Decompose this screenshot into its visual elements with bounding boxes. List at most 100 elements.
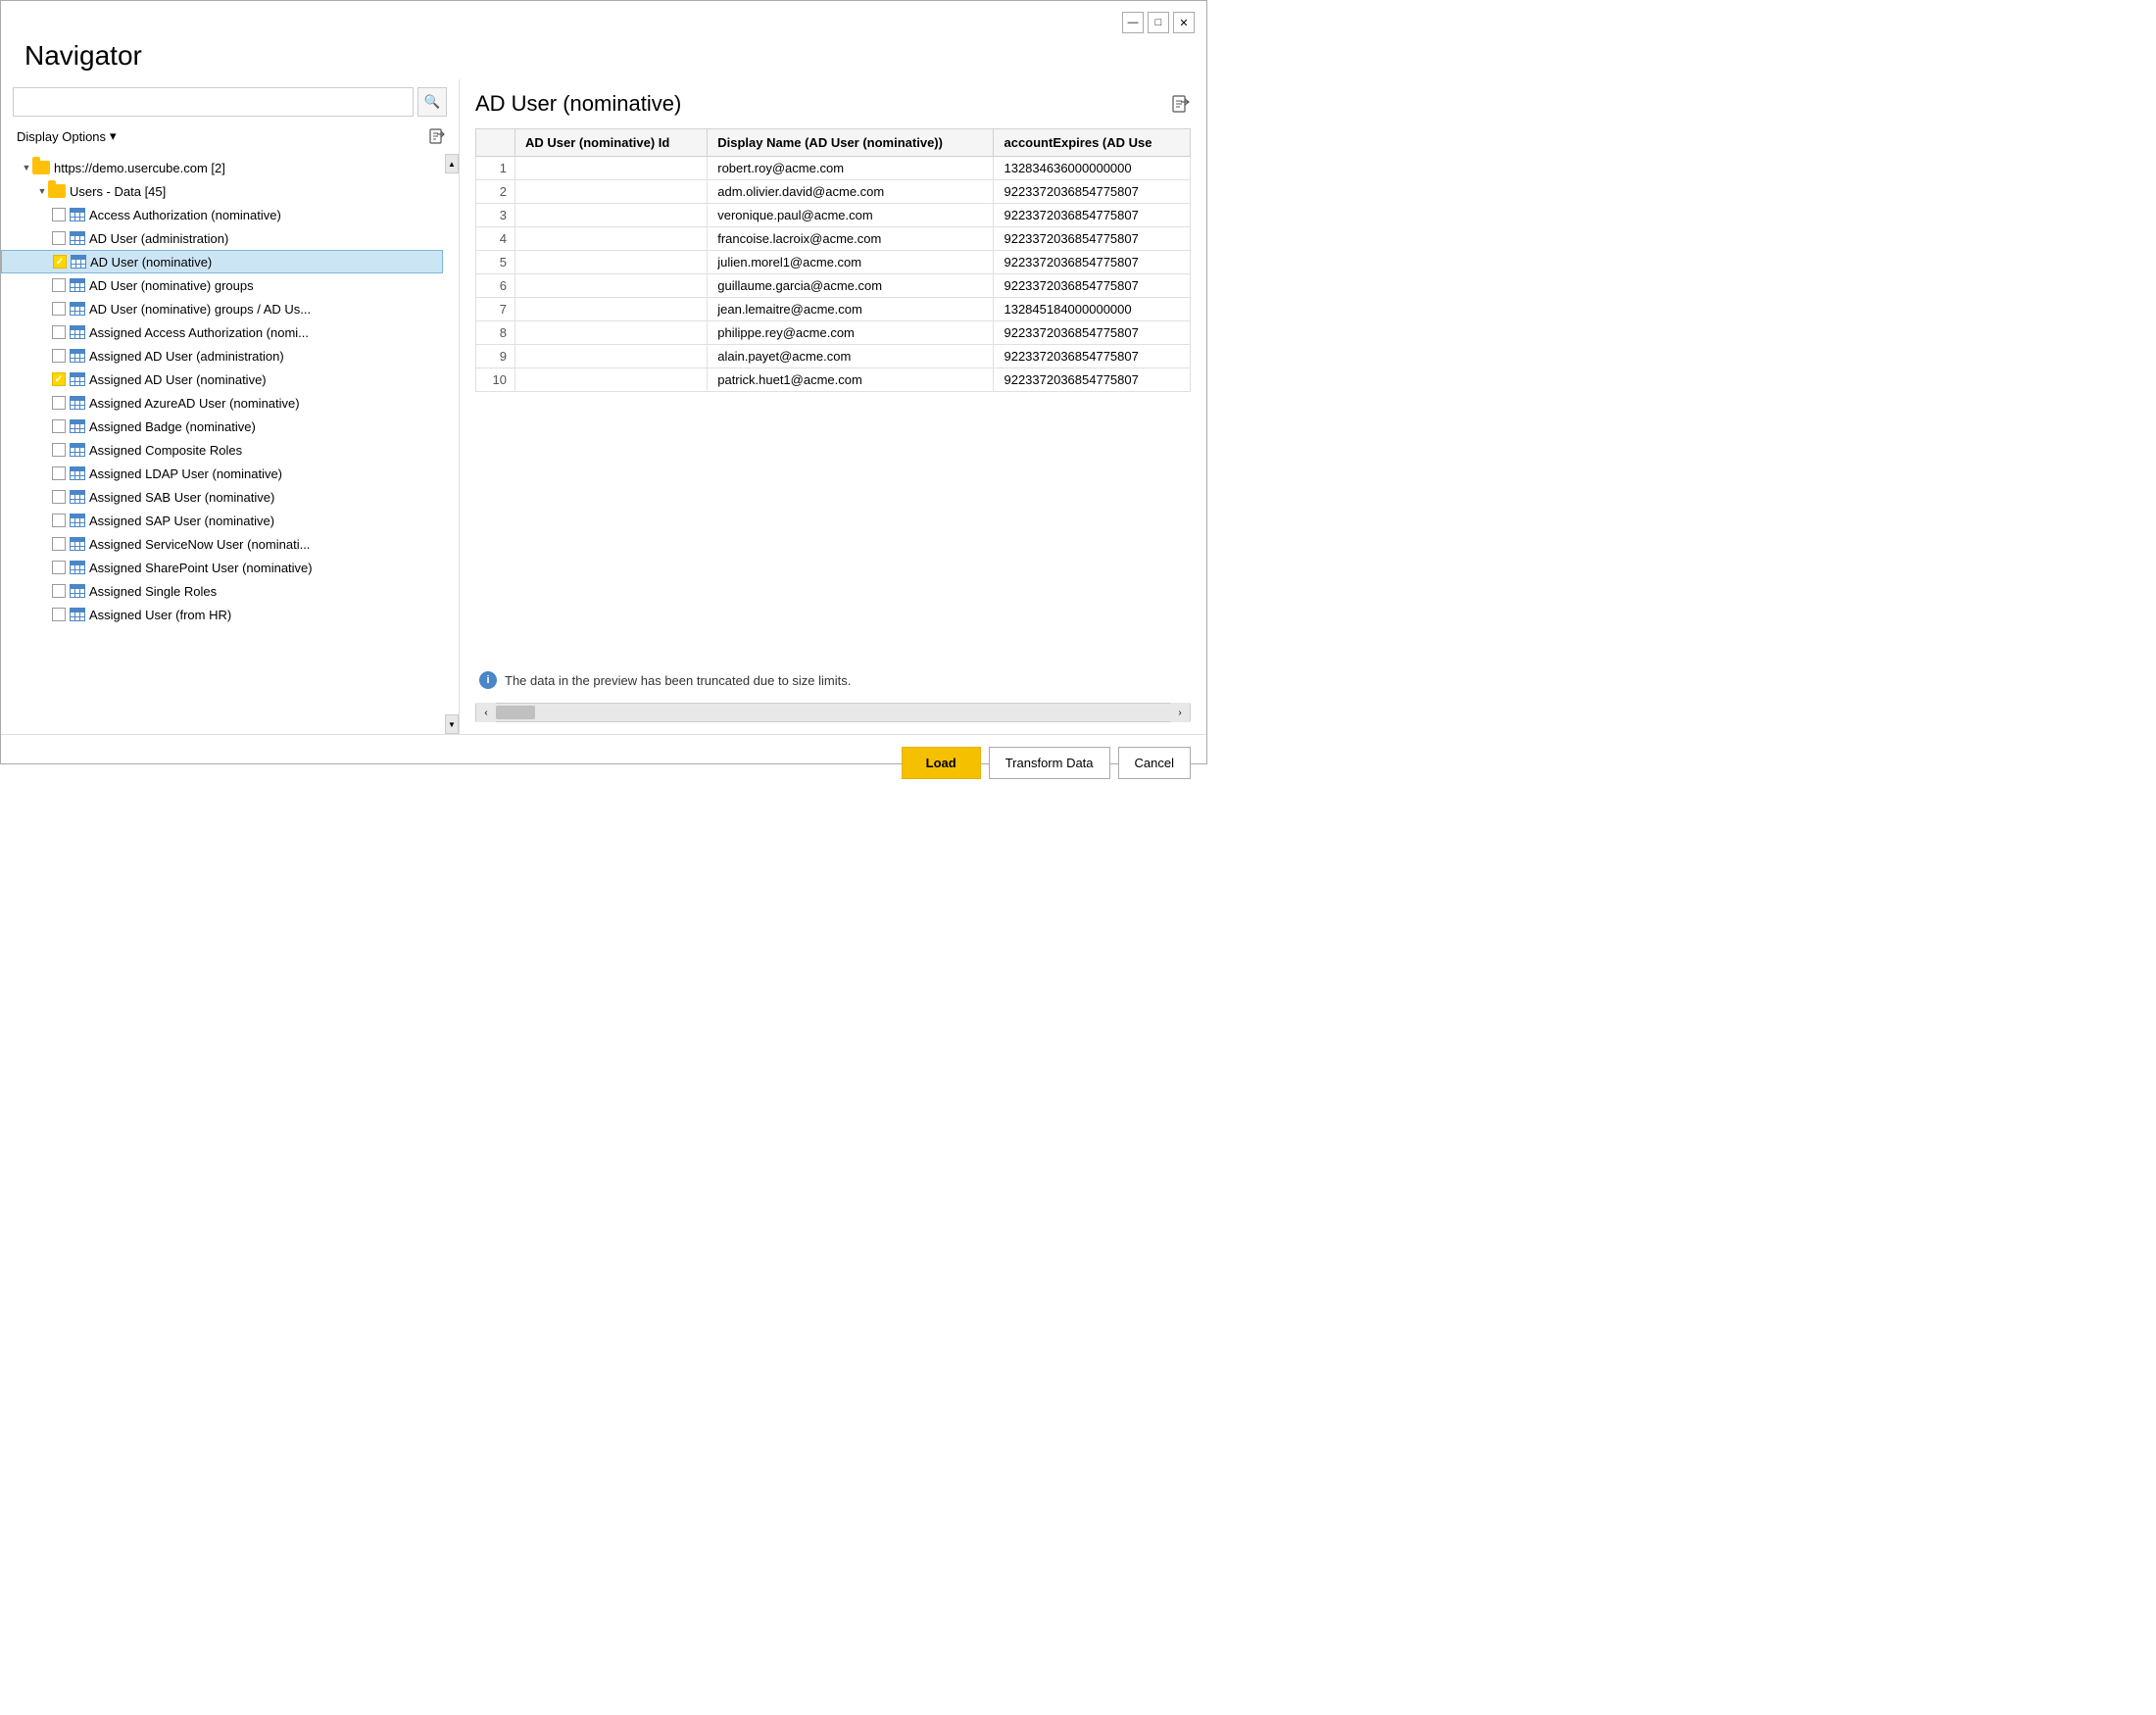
transform-data-button[interactable]: Transform Data [989,747,1110,779]
tree-checkbox[interactable] [52,419,66,433]
panel-title: AD User (nominative) [475,91,681,117]
tree-checkbox[interactable] [52,325,66,339]
tree-children: Access Authorization (nominative) AD User… [1,203,443,626]
list-item[interactable]: AD User (nominative) groups / AD Us... [1,297,443,320]
row-number: 4 [476,227,515,251]
scroll-left-button[interactable]: ‹ [476,703,496,722]
tree-checkbox[interactable] [52,443,66,457]
panel-header: AD User (nominative) [475,91,1191,117]
tree-item-label: AD User (nominative) [90,255,212,270]
row-account-expires: 9223372036854775807 [994,227,1191,251]
list-item[interactable]: Assigned Access Authorization (nomi... [1,320,443,344]
list-item[interactable]: Assigned User (from HR) [1,603,443,626]
table-icon [70,584,85,598]
list-item[interactable]: Assigned Composite Roles [1,438,443,462]
load-button[interactable]: Load [902,747,981,779]
list-item[interactable]: Assigned SAP User (nominative) [1,509,443,532]
search-button[interactable]: 🔍 [417,87,447,117]
tree-root: ▼ https://demo.usercube.com [2] ▼ Users … [1,154,443,628]
cancel-button[interactable]: Cancel [1118,747,1191,779]
tree-checkbox[interactable] [52,584,66,598]
tree-item-label: Assigned AD User (nominative) [89,372,267,387]
scroll-right-button[interactable]: › [1170,703,1190,722]
row-display-name: guillaume.garcia@acme.com [708,274,994,298]
tree-checkbox[interactable] [52,231,66,245]
list-item[interactable]: AD User (nominative) groups [1,273,443,297]
table-body: 1robert.roy@acme.com1328346360000000002a… [476,157,1191,392]
table-icon [70,231,85,245]
list-item[interactable]: Assigned AzureAD User (nominative) [1,391,443,415]
row-id [515,227,708,251]
scroll-up-button[interactable]: ▲ [445,154,459,173]
list-item[interactable]: AD User (administration) [1,226,443,250]
tree-checkbox[interactable] [52,608,66,621]
row-display-name: robert.roy@acme.com [708,157,994,180]
table-icon [70,537,85,551]
tree-checkbox[interactable] [52,537,66,551]
table-row: 3veronique.paul@acme.com9223372036854775… [476,204,1191,227]
row-number: 8 [476,321,515,345]
row-number: 6 [476,274,515,298]
tree-item-label: Assigned SharePoint User (nominative) [89,561,313,575]
tree-checkbox[interactable] [52,278,66,292]
table-icon [70,325,85,339]
row-id [515,321,708,345]
list-item[interactable]: Assigned Badge (nominative) [1,415,443,438]
close-button[interactable]: ✕ [1173,12,1195,33]
maximize-button[interactable]: □ [1148,12,1169,33]
list-item[interactable]: AD User (nominative) [1,250,443,273]
folder-icon [32,161,50,174]
tree-checkbox[interactable] [52,466,66,480]
list-item[interactable]: Assigned SharePoint User (nominative) [1,556,443,579]
row-id [515,368,708,392]
table-icon [70,208,85,221]
panel-export-icon[interactable] [1171,94,1191,114]
list-item[interactable]: Access Authorization (nominative) [1,203,443,226]
tree-checkbox[interactable] [52,490,66,504]
horizontal-scrollbar[interactable]: ‹ › [475,703,1191,722]
tree-node-users-data[interactable]: ▼ Users - Data [45] [1,179,443,203]
row-account-expires: 132845184000000000 [994,298,1191,321]
table-icon [70,514,85,527]
tree-toggle-root[interactable]: ▼ [21,162,32,173]
list-item[interactable]: Assigned ServiceNow User (nominati... [1,532,443,556]
row-id [515,345,708,368]
row-number: 9 [476,345,515,368]
table-icon [70,490,85,504]
list-item[interactable]: Assigned Single Roles [1,579,443,603]
scroll-thumb[interactable] [496,706,535,719]
list-item[interactable]: Assigned AD User (nominative) [1,368,443,391]
table-icon [70,466,85,480]
table-row: 2adm.olivier.david@acme.com9223372036854… [476,180,1191,204]
row-number: 7 [476,298,515,321]
tree-checkbox[interactable] [52,396,66,410]
app-title: Navigator [1,36,1206,79]
search-input[interactable] [13,87,414,117]
col-header-account-expires: accountExpires (AD Use [994,129,1191,157]
tree-toggle-users-data[interactable]: ▼ [36,185,48,197]
minimize-button[interactable]: — [1122,12,1144,33]
tree-container[interactable]: ▼ https://demo.usercube.com [2] ▼ Users … [1,154,459,734]
display-options-button[interactable]: Display Options ▾ [13,126,121,146]
list-item[interactable]: Assigned SAB User (nominative) [1,485,443,509]
table-header-row: AD User (nominative) Id Display Name (AD… [476,129,1191,157]
tree-checkbox[interactable] [53,255,67,269]
info-icon: i [479,671,497,689]
tree-checkbox[interactable] [52,514,66,527]
tree-node-root[interactable]: ▼ https://demo.usercube.com [2] [1,156,443,179]
list-item[interactable]: Assigned AD User (administration) [1,344,443,368]
col-header-display-name: Display Name (AD User (nominative)) [708,129,994,157]
data-table-wrapper[interactable]: AD User (nominative) Id Display Name (AD… [475,128,1191,662]
tree-checkbox[interactable] [52,302,66,316]
tree-item-label: AD User (nominative) groups [89,278,254,293]
list-item[interactable]: Assigned LDAP User (nominative) [1,462,443,485]
tree-checkbox[interactable] [52,561,66,574]
row-account-expires: 9223372036854775807 [994,180,1191,204]
tree-checkbox[interactable] [52,349,66,363]
scroll-arrows: ▲ ▼ [445,154,459,734]
tree-checkbox[interactable] [52,208,66,221]
scroll-down-button[interactable]: ▼ [445,714,459,734]
export-icon[interactable] [427,126,447,146]
tree-checkbox[interactable] [52,372,66,386]
tree-item-label: AD User (administration) [89,231,228,246]
